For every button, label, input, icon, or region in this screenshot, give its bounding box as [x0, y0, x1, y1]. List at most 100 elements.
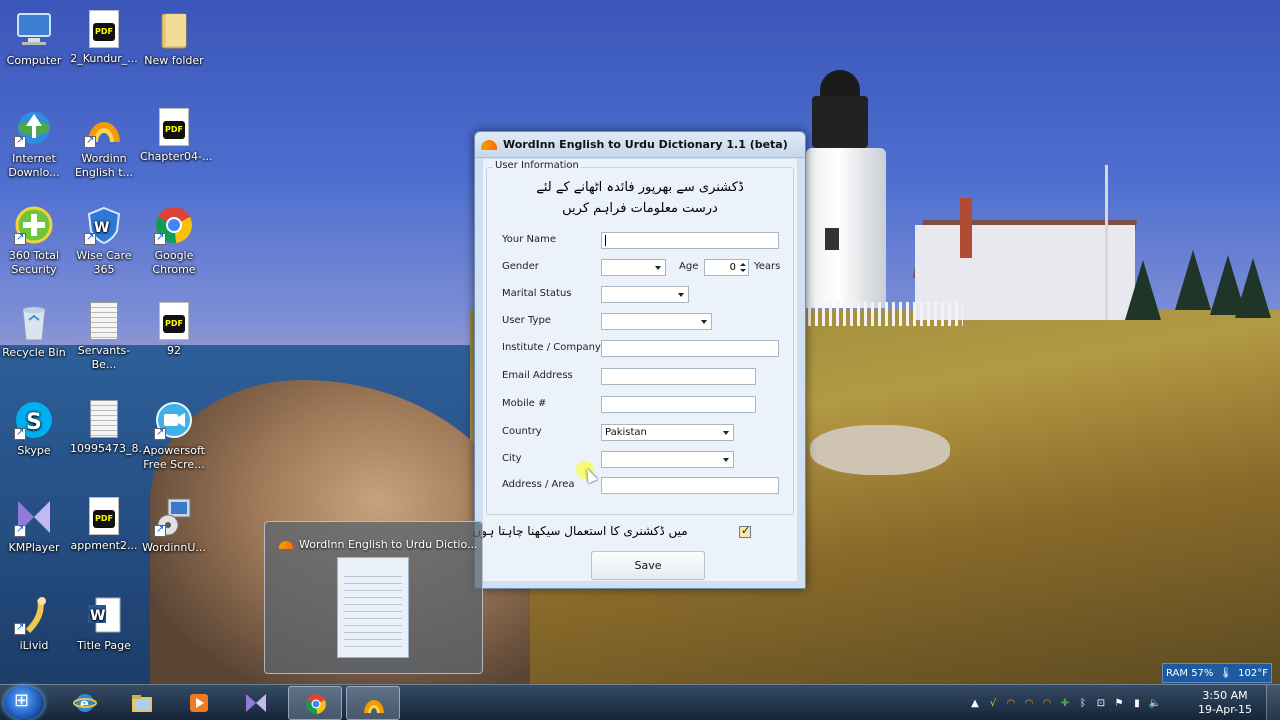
gender-label: Gender — [502, 261, 539, 272]
tray-wordinn-icon[interactable]: ◠ — [1040, 698, 1054, 709]
country-dropdown[interactable]: Pakistan — [601, 424, 734, 441]
desktop-icon-computer[interactable]: Computer — [0, 10, 68, 68]
clock-time: 3:50 AM — [1202, 689, 1248, 702]
installer-icon — [154, 497, 194, 537]
desktop-icon-wordinnu[interactable]: WordinnU... — [140, 497, 208, 555]
wallpaper-flagpole — [1105, 165, 1108, 320]
taskbar-chrome-button[interactable] — [288, 686, 342, 720]
action-center-icon[interactable]: ⚑ — [1112, 698, 1126, 709]
save-button[interactable]: Save — [591, 551, 705, 580]
desktop-icon-360-total-security[interactable]: 360 Total Security — [0, 205, 68, 277]
start-button[interactable] — [4, 686, 44, 720]
tray-wordinn-icon[interactable]: ◠ — [1022, 698, 1036, 709]
desktop-icon-chapter04[interactable]: Chapter04-... — [140, 108, 212, 164]
desktop-icon-label: Skype — [17, 444, 51, 457]
desktop-icon-92[interactable]: 92 — [140, 302, 208, 358]
bluetooth-icon[interactable]: ᛒ — [1076, 698, 1090, 709]
institute-company-input[interactable] — [601, 340, 779, 357]
mobile-input[interactable] — [601, 396, 756, 413]
tray-app-icon[interactable]: √ — [986, 698, 1000, 709]
tray-usb-icon[interactable]: ⊡ — [1094, 698, 1108, 709]
desktop-icon-label: 360 Total Security — [8, 249, 60, 276]
desktop-icon-apowersoft[interactable]: Apowersoft Free Scre... — [140, 400, 208, 472]
desktop-icon-2-kundur[interactable]: 2_Kundur_... — [70, 10, 138, 66]
taskbar-thumbnail-preview[interactable]: WordInn English to Urdu Dictio... — [264, 521, 483, 674]
svg-text:W: W — [90, 608, 105, 624]
chevron-down-icon — [723, 458, 729, 462]
city-dropdown[interactable] — [601, 451, 734, 468]
document-icon — [90, 302, 118, 340]
spin-up-icon[interactable] — [740, 263, 746, 266]
pdf-icon — [89, 497, 119, 535]
spin-down-icon[interactable] — [740, 269, 746, 272]
network-icon[interactable]: ▮ — [1130, 698, 1144, 709]
desktop-icon-ilivid[interactable]: iLivid — [0, 595, 68, 653]
volume-icon[interactable]: 🔈 — [1148, 698, 1162, 709]
text-caret — [605, 235, 606, 246]
svg-text:W: W — [94, 220, 109, 236]
tray-expand-icon[interactable]: ▲ — [968, 698, 982, 709]
desktop-icon-recycle-bin[interactable]: Recycle Bin — [0, 302, 68, 360]
age-stepper[interactable]: 0 — [704, 259, 749, 276]
taskbar: e ▲ √ ◠ ◠ ◠ ✚ ᛒ ⊡ ⚑ ▮ 🔈 3:50 AM 19-Apr-1… — [0, 684, 1280, 720]
age-label: Age — [679, 261, 699, 272]
desktop-icon-wise-care[interactable]: W Wise Care 365 — [70, 205, 138, 277]
wallpaper-tree — [1235, 258, 1271, 318]
desktop-icon-google-chrome[interactable]: Google Chrome — [140, 205, 208, 277]
user-information-group: User Information ڈکشنری سے بھرپور فائدہ … — [486, 160, 794, 515]
media-icon — [190, 694, 208, 712]
desktop-icon-label: 92 — [167, 344, 181, 357]
desktop-icon-servants[interactable]: Servants-Be... — [70, 302, 138, 372]
desktop-icon-10995473[interactable]: 10995473_8... — [70, 400, 149, 456]
urdu-instruction-line1: ڈکشنری سے بھرپور فائدہ اٹھانے کے لئے — [536, 180, 744, 195]
taskbar-clock[interactable]: 3:50 AM 19-Apr-15 — [1196, 689, 1254, 717]
mobile-label: Mobile # — [502, 398, 547, 409]
tray-security-icon[interactable]: ✚ — [1058, 698, 1072, 709]
email-address-input[interactable] — [601, 368, 756, 385]
chevron-down-icon — [655, 266, 661, 270]
window-title: WordInn English to Urdu Dictionary 1.1 (… — [503, 138, 788, 151]
taskbar-kmplayer-button[interactable] — [229, 686, 283, 720]
svg-text:S: S — [26, 410, 42, 435]
chevron-down-icon — [701, 320, 707, 324]
chevron-down-icon — [723, 431, 729, 435]
ram-usage: RAM 57% — [1166, 667, 1214, 679]
taskbar-explorer-button[interactable] — [115, 686, 169, 720]
word-doc-icon: W — [84, 595, 124, 635]
taskbar-media-button[interactable] — [172, 686, 226, 720]
desktop-icon-label: New folder — [144, 54, 204, 67]
institute-company-label: Institute / Company — [502, 342, 601, 353]
explorer-icon — [132, 695, 152, 712]
urdu-instruction-line2: درست معلومات فراہم کریں — [562, 201, 718, 216]
country-label: Country — [502, 426, 542, 437]
desktop-icon-title-page[interactable]: W Title Page — [70, 595, 138, 653]
wordinn-dialog-window: WordInn English to Urdu Dictionary 1.1 (… — [472, 131, 806, 589]
taskbar-ie-button[interactable]: e — [58, 686, 112, 720]
window-titlebar[interactable]: WordInn English to Urdu Dictionary 1.1 (… — [475, 132, 805, 158]
desktop-icon-skype[interactable]: S Skype — [0, 400, 68, 458]
system-monitor-gadget: RAM 57% 🌡 102°F — [1162, 663, 1272, 683]
your-name-label: Your Name — [502, 234, 557, 245]
user-type-dropdown[interactable] — [601, 313, 712, 330]
desktop-icon-kmplayer[interactable]: KMPlayer — [0, 497, 68, 555]
desktop-icon-internet-download-manager[interactable]: Internet Downlo... — [0, 108, 68, 180]
desktop-icon-appment2[interactable]: appment2... — [70, 497, 138, 553]
marital-status-dropdown[interactable] — [601, 286, 689, 303]
gender-dropdown[interactable] — [601, 259, 666, 276]
learn-dictionary-checkbox[interactable] — [739, 524, 751, 538]
tray-wordinn-icon[interactable]: ◠ — [1004, 698, 1018, 709]
desktop-icon-new-folder[interactable]: New folder — [140, 10, 208, 68]
pdf-icon — [89, 10, 119, 48]
system-tray: ▲ √ ◠ ◠ ◠ ✚ ᛒ ⊡ ⚑ ▮ 🔈 — [968, 685, 1162, 720]
thermometer-icon: 🌡 — [1219, 667, 1233, 679]
desktop-icon-label: Wordinn English t... — [74, 152, 134, 179]
show-desktop-button[interactable] — [1266, 685, 1280, 720]
wallpaper-lighthouse-tower — [806, 148, 886, 308]
desktop-icon-label: Title Page — [77, 639, 131, 652]
taskbar-wordinn-button[interactable] — [346, 686, 400, 720]
apowersoft-icon — [154, 400, 194, 440]
your-name-input[interactable] — [601, 232, 779, 249]
wallpaper-tree — [1125, 260, 1161, 320]
desktop-icon-wordinn[interactable]: Wordinn English t... — [70, 108, 138, 180]
address-area-input[interactable] — [601, 477, 779, 494]
